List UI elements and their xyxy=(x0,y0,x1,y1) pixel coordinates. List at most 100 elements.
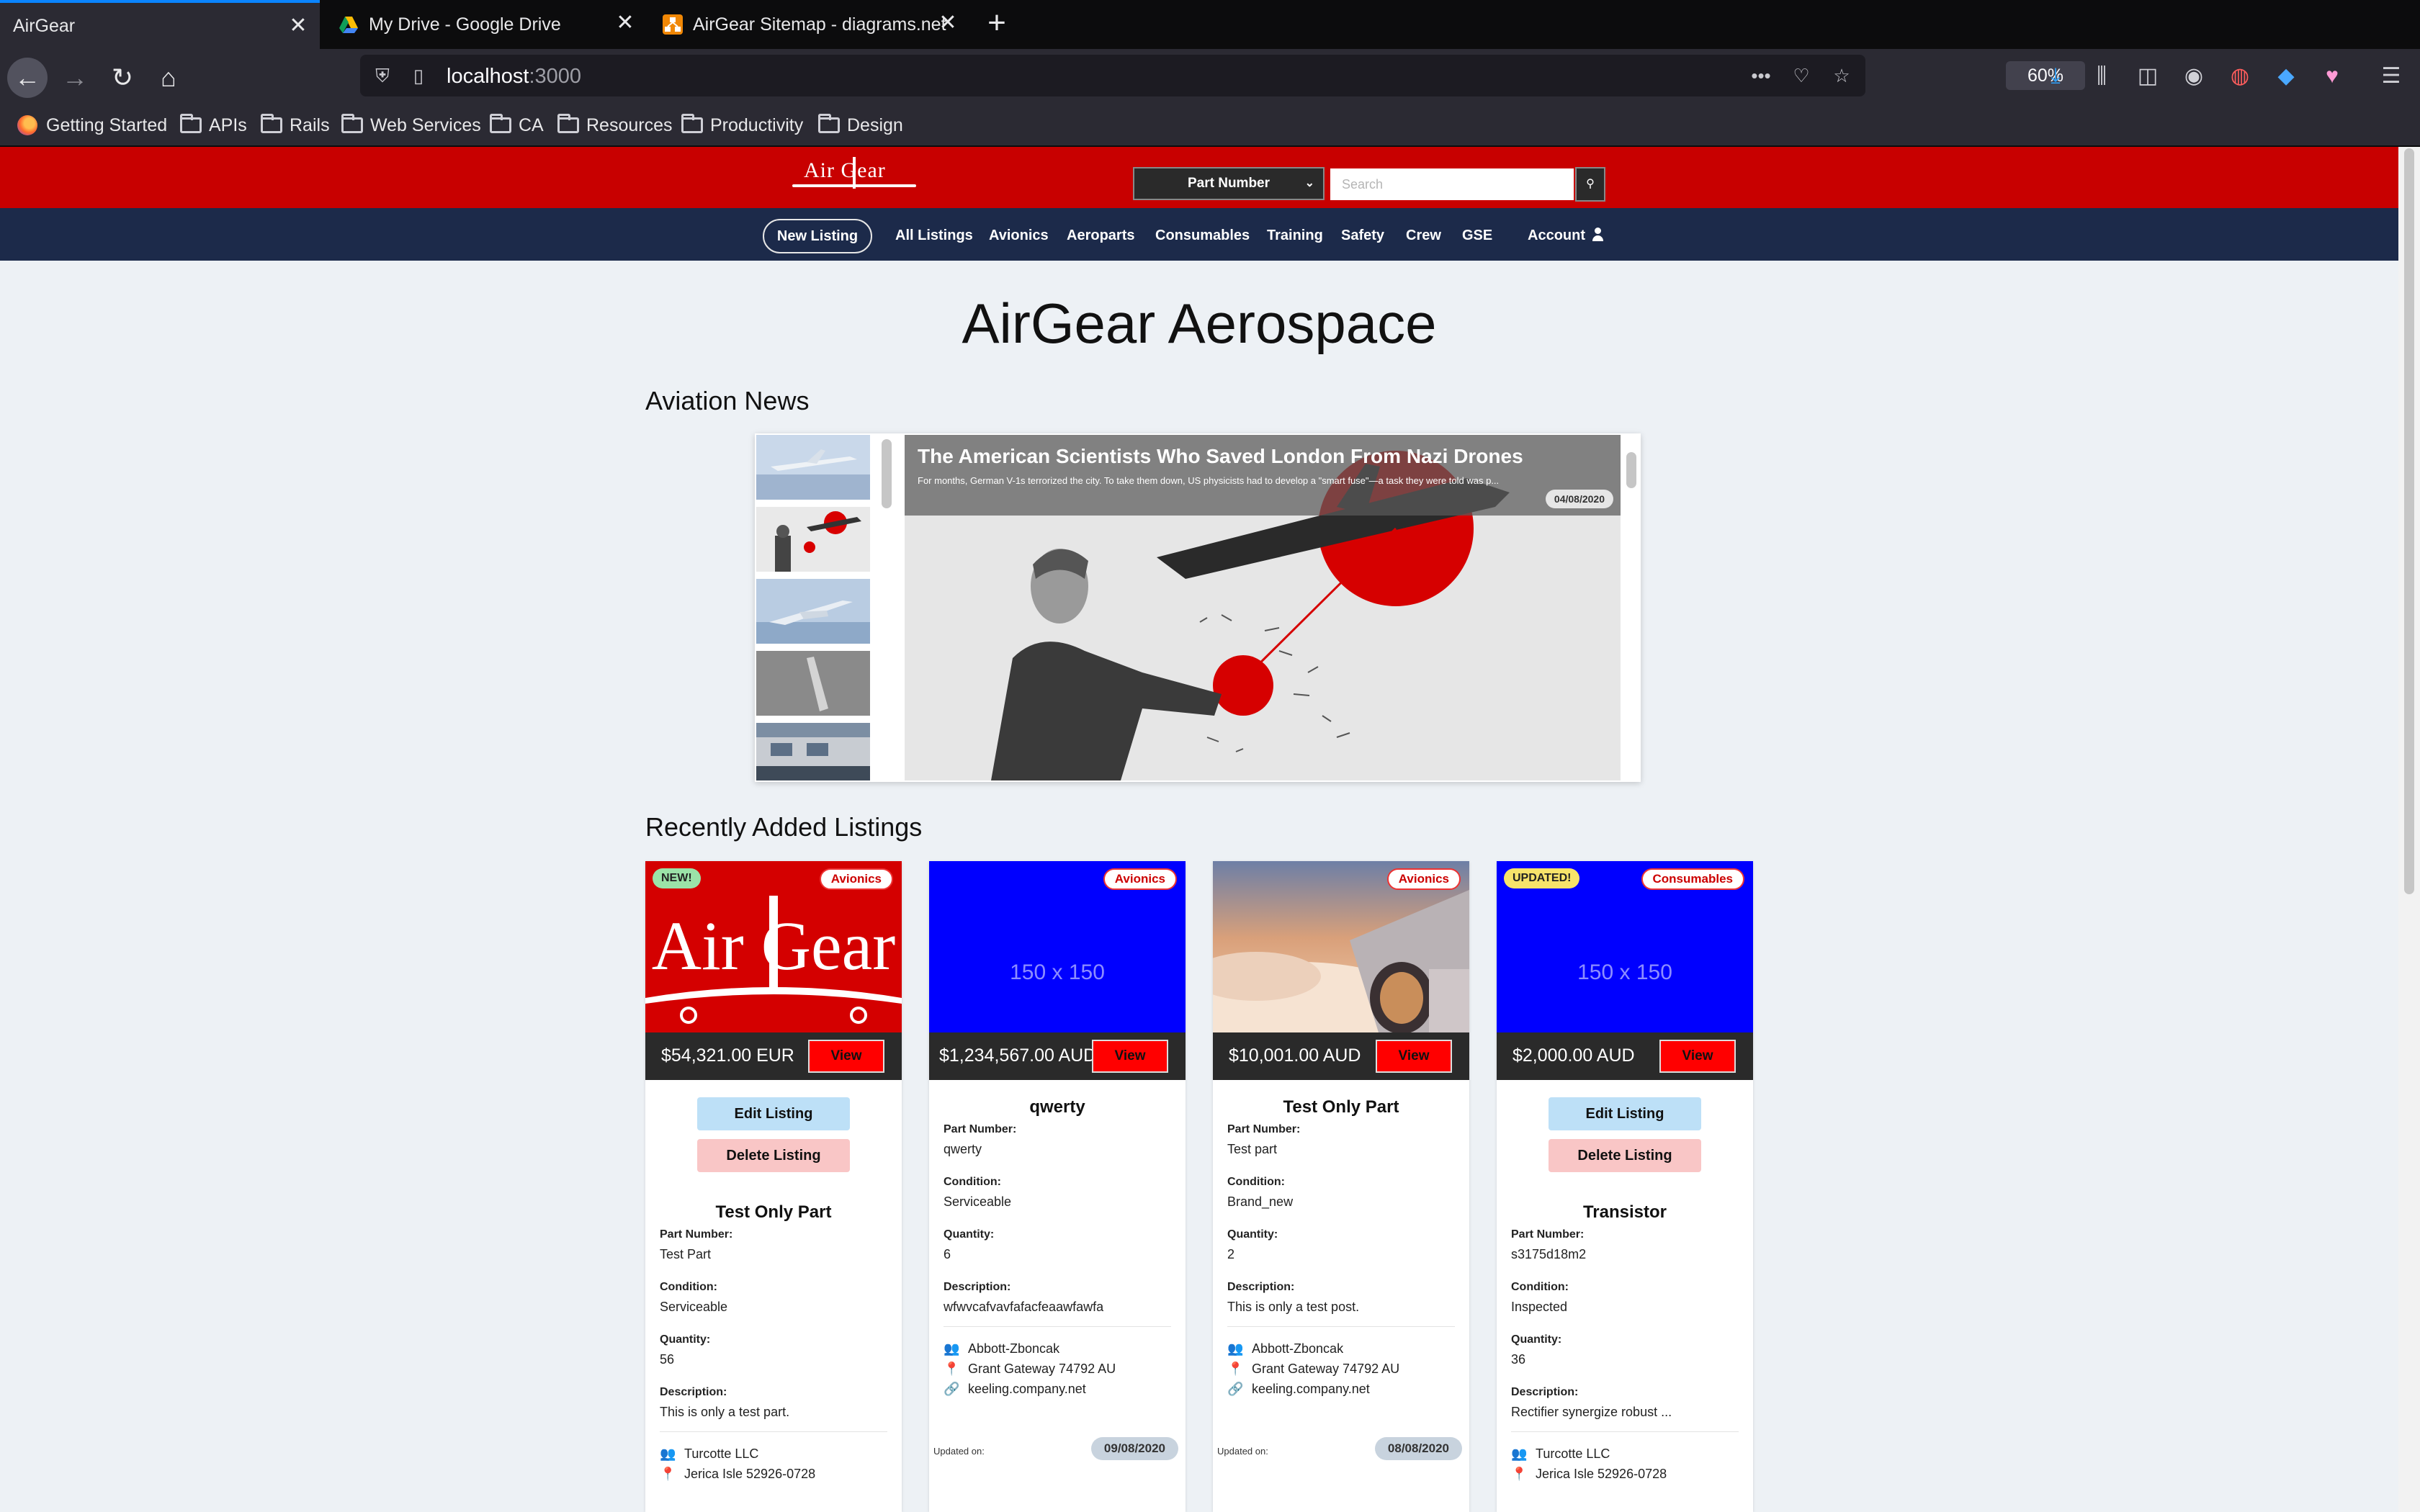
nav-safety[interactable]: Safety xyxy=(1341,228,1384,244)
nav-consumables[interactable]: Consumables xyxy=(1155,228,1250,244)
bookmark-folder-ca[interactable]: CA xyxy=(490,114,544,137)
view-button[interactable]: View xyxy=(1092,1040,1168,1073)
extension-icon[interactable]: ◆ xyxy=(2272,62,2300,91)
listing-image[interactable]: Air Gear NEW! Avionics xyxy=(645,861,902,1032)
menu-icon[interactable]: ☰ xyxy=(2377,62,2406,91)
url-text[interactable]: localhost:3000 xyxy=(447,65,581,89)
part-number-value: Test part xyxy=(1227,1142,1278,1156)
listing-image[interactable]: 150 x 150 UPDATED! Consumables xyxy=(1497,861,1753,1032)
nav-avionics[interactable]: Avionics xyxy=(989,228,1049,244)
news-scrollbar[interactable] xyxy=(1626,452,1636,488)
new-tab-icon[interactable]: + xyxy=(981,7,1013,39)
page-icon[interactable]: ▯ xyxy=(408,65,429,86)
nav-account[interactable]: Account xyxy=(1528,228,1603,244)
nav-aeroparts[interactable]: Aeroparts xyxy=(1067,228,1134,244)
tab-diagrams[interactable]: AirGear Sitemap - diagrams.net ✕ xyxy=(650,0,969,49)
seller-company[interactable]: 👥 Turcotte LLC xyxy=(1511,1444,1753,1464)
bookmark-getting-started[interactable]: Getting Started xyxy=(17,114,167,137)
bookmark-folder-productivity[interactable]: Productivity xyxy=(681,114,803,137)
view-button[interactable]: View xyxy=(808,1040,884,1073)
news-thumbnail[interactable] xyxy=(756,579,870,644)
delete-listing-button[interactable]: Delete Listing xyxy=(697,1139,850,1172)
listing-price: $10,001.00 AUD xyxy=(1229,1045,1361,1066)
bookmark-folder-resources[interactable]: Resources xyxy=(557,114,673,137)
forward-arrow-icon[interactable]: → xyxy=(55,58,95,98)
edit-listing-button[interactable]: Edit Listing xyxy=(697,1097,850,1130)
home-icon[interactable]: ⌂ xyxy=(148,58,189,98)
reload-icon[interactable]: ↻ xyxy=(102,58,143,98)
listings-section-title: Recently Added Listings xyxy=(645,812,923,842)
new-listing-button[interactable]: New Listing xyxy=(763,219,872,253)
quantity-label: Quantity: xyxy=(1227,1228,1278,1241)
bookmark-star-icon[interactable]: ☆ xyxy=(1831,65,1852,86)
bookmark-folder-design[interactable]: Design xyxy=(818,114,903,137)
seller-company[interactable]: 👥 Abbott-Zboncak xyxy=(1227,1338,1469,1359)
close-tab-icon[interactable]: ✕ xyxy=(614,12,637,35)
website-link[interactable]: keeling.company.net xyxy=(1252,1382,1370,1397)
news-headline[interactable]: The American Scientists Who Saved London… xyxy=(918,445,1523,468)
nav-crew[interactable]: Crew xyxy=(1406,228,1441,244)
address-bar[interactable]: ⛨ ▯ localhost:3000 60% ••• ♡ ☆ xyxy=(360,55,2085,96)
news-thumbnail[interactable] xyxy=(756,507,870,572)
close-tab-icon[interactable]: ✕ xyxy=(287,14,310,37)
listing-image[interactable]: 150 x 150 Avionics xyxy=(929,861,1186,1032)
shield-icon[interactable]: ⛨ xyxy=(372,65,393,86)
location-pin-icon: 📍 xyxy=(1511,1466,1528,1481)
bookmark-folder-rails[interactable]: Rails xyxy=(261,114,330,137)
description-label: Description: xyxy=(944,1281,1011,1293)
part-number-value: s3175d18m2 xyxy=(1511,1247,1587,1261)
pocket-icon[interactable]: ♡ xyxy=(1791,65,1812,86)
category-badge: Avionics xyxy=(1386,868,1461,890)
sidebar-icon[interactable]: ◫ xyxy=(2133,62,2162,91)
website-link[interactable]: keeling.company.net xyxy=(968,1382,1086,1397)
extension-heart-icon[interactable]: ♥ xyxy=(2318,62,2347,91)
page-scrollbar[interactable] xyxy=(2398,147,2420,1512)
search-icon[interactable]: ⚲ xyxy=(1575,167,1605,202)
nav-gse[interactable]: GSE xyxy=(1462,228,1492,244)
seller-company[interactable]: 👥 Turcotte LLC xyxy=(660,1444,902,1464)
seller-company[interactable]: 👥 Abbott-Zboncak xyxy=(944,1338,1186,1359)
users-icon: 👥 xyxy=(1511,1446,1528,1461)
news-thumbnail[interactable] xyxy=(756,723,870,780)
updated-date-badge: 08/08/2020 xyxy=(1374,1437,1462,1460)
edit-listing-button[interactable]: Edit Listing xyxy=(1549,1097,1701,1130)
logo-text: Air Gear xyxy=(804,158,886,182)
more-actions-icon[interactable]: ••• xyxy=(1750,65,1772,86)
library-icon[interactable]: ⫼ xyxy=(2087,62,2116,91)
seller-website[interactable]: 🔗 keeling.company.net xyxy=(1227,1379,1469,1399)
scrollbar-thumb[interactable] xyxy=(2404,148,2414,894)
listing-name: qwerty xyxy=(1029,1097,1085,1117)
nav-all-listings[interactable]: All Listings xyxy=(895,228,973,244)
location-pin-icon: 📍 xyxy=(1227,1361,1244,1376)
back-arrow-icon[interactable]: ← xyxy=(7,58,48,98)
bookmark-folder-apis[interactable]: APIs xyxy=(180,114,247,137)
news-feature[interactable]: The American Scientists Who Saved London… xyxy=(905,435,1621,780)
news-thumbnail-list[interactable] xyxy=(756,435,870,780)
status-badge: NEW! xyxy=(653,868,701,888)
price-bar: $1,234,567.00 AUD View xyxy=(929,1032,1186,1080)
account-icon[interactable]: ◉ xyxy=(2179,62,2208,91)
search-type-select[interactable]: Part Number ⌄ xyxy=(1133,167,1325,200)
news-thumbnail[interactable] xyxy=(756,435,870,500)
tab-google-drive[interactable]: My Drive - Google Drive ✕ xyxy=(326,0,647,49)
delete-listing-button[interactable]: Delete Listing xyxy=(1549,1139,1701,1172)
download-icon[interactable]: ⤓ xyxy=(2041,62,2070,91)
listing-image[interactable]: Avionics xyxy=(1213,861,1469,1032)
bookmark-folder-web-services[interactable]: Web Services xyxy=(341,114,481,137)
news-thumbnail[interactable] xyxy=(756,651,870,716)
listing-card: Air Gear NEW! Avionics $54,321.00 EUR Vi… xyxy=(645,861,902,1512)
view-button[interactable]: View xyxy=(1376,1040,1452,1073)
tab-title: AirGear Sitemap - diagrams.net xyxy=(693,14,946,35)
thumbnail-scrollbar[interactable] xyxy=(882,439,892,508)
tab-airgear[interactable]: AirGear ✕ xyxy=(0,0,320,49)
search-input[interactable] xyxy=(1330,168,1574,200)
extension-icon[interactable]: ◍ xyxy=(2226,62,2254,91)
location-pin-icon: 📍 xyxy=(944,1361,960,1376)
view-button[interactable]: View xyxy=(1659,1040,1736,1073)
logo-wing xyxy=(792,184,916,187)
description-label: Description: xyxy=(660,1386,727,1398)
nav-training[interactable]: Training xyxy=(1267,228,1323,244)
seller-website[interactable]: 🔗 keeling.company.net xyxy=(944,1379,1186,1399)
close-tab-icon[interactable]: ✕ xyxy=(936,12,959,35)
airgear-logo[interactable]: Air Gear xyxy=(792,157,916,199)
